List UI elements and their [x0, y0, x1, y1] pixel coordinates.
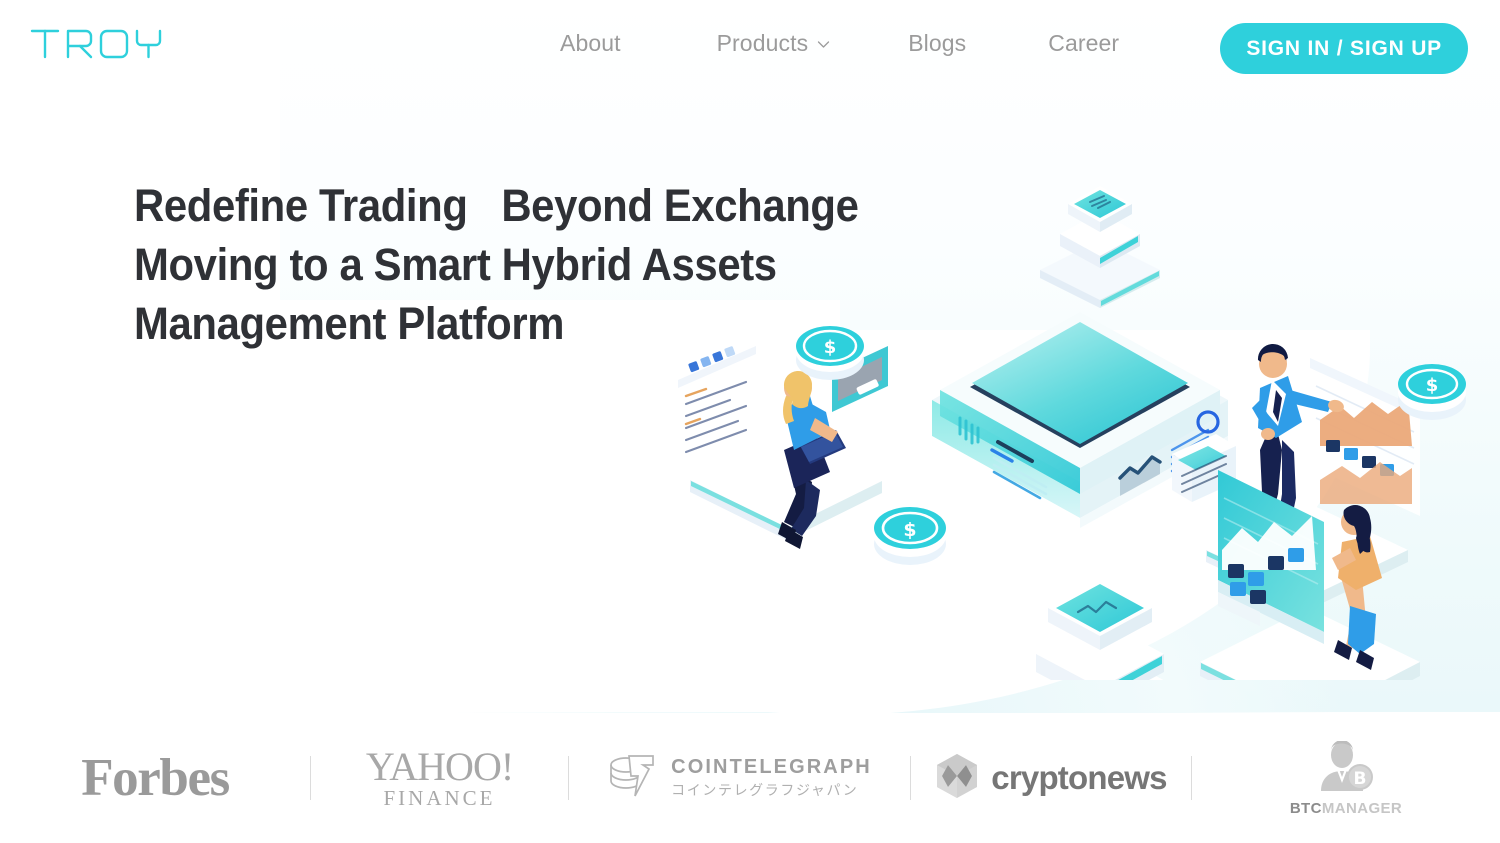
sign-in-sign-up-label: SIGN IN / SIGN UP: [1246, 36, 1442, 60]
illustration-platform-top: [1040, 186, 1160, 308]
hero-headline-line-1: Redefine Trading Beyond Exchange: [134, 180, 859, 231]
svg-text:B: B: [1354, 769, 1367, 789]
troy-logo[interactable]: [30, 24, 170, 64]
cryptonews-icon: [935, 753, 979, 804]
btcmanager-sublabel: MANAGER: [1321, 799, 1403, 817]
hero-headline-line-3: Management Platform: [134, 298, 565, 349]
forbes-label: Forbes: [81, 748, 230, 807]
illustration-coin-center: $: [874, 507, 946, 565]
illustration-left-scene: [678, 346, 888, 549]
partner-logo-cryptonews[interactable]: cryptonews: [911, 728, 1191, 828]
nav-item-about[interactable]: About: [560, 30, 621, 57]
site-header: About Products Blogs Career SIGN IN / SI…: [0, 0, 1500, 96]
partner-logo-cointelegraph[interactable]: COINTELEGRAPH コインテレグラフジャパン: [569, 728, 910, 828]
yahoo-finance-sublabel: FINANCE: [383, 786, 496, 810]
partner-logo-bar: Forbes YAHOO! FINANCE COINTELEGRAPH コインテ…: [0, 713, 1500, 843]
sign-in-sign-up-button[interactable]: SIGN IN / SIGN UP: [1220, 23, 1468, 74]
nav-item-blogs[interactable]: Blogs: [908, 30, 966, 57]
hero-headline: Redefine Trading Beyond Exchange Moving …: [134, 176, 934, 353]
btcmanager-label: BTC: [1289, 799, 1322, 817]
troy-landing-page: About Products Blogs Career SIGN IN / SI…: [0, 0, 1500, 843]
illustration-platform-bottom: [1036, 580, 1164, 680]
partner-logo-btcmanager[interactable]: B BTCMANAGER: [1192, 728, 1500, 828]
nav-item-career[interactable]: Career: [1048, 30, 1119, 57]
partner-logo-forbes[interactable]: Forbes: [0, 728, 310, 828]
nav-item-career-label: Career: [1048, 30, 1120, 56]
main-navigation: About Products Blogs Career: [560, 30, 1119, 57]
partner-logo-yahoo-finance[interactable]: YAHOO! FINANCE: [311, 728, 568, 828]
illustration-coin-right: $: [1398, 364, 1466, 420]
btcmanager-icon: B: [1317, 739, 1375, 797]
yahoo-label: YAHOO!: [365, 744, 514, 789]
nav-item-products-label: Products: [716, 30, 809, 56]
svg-text:$: $: [1426, 375, 1439, 396]
nav-item-about-label: About: [560, 30, 621, 56]
hero-headline-line-2: Moving to a Smart Hybrid Assets: [134, 239, 777, 290]
chevron-down-icon: [817, 38, 830, 51]
svg-text:$: $: [903, 519, 916, 541]
cointelegraph-label: COINTELEGRAPH: [671, 756, 872, 779]
cointelegraph-icon: [607, 752, 657, 805]
nav-item-blogs-label: Blogs: [908, 30, 967, 56]
nav-item-products[interactable]: Products: [717, 30, 831, 57]
cryptonews-label: cryptonews: [991, 759, 1167, 796]
cointelegraph-japanese-sublabel: コインテレグラフジャパン: [671, 783, 859, 800]
